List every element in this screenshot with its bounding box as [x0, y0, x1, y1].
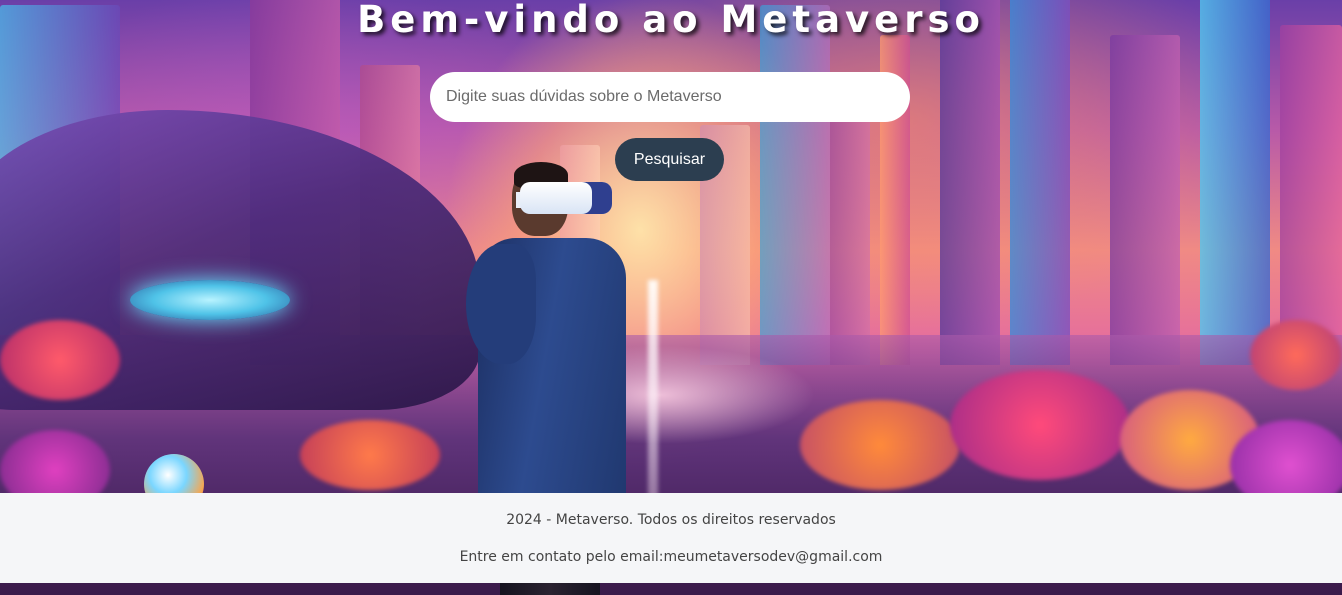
- city-tower: [830, 115, 870, 365]
- footer: 2024 - Metaverso. Todos os direitos rese…: [0, 493, 1342, 583]
- foliage: [1250, 320, 1342, 390]
- search-button[interactable]: Pesquisar: [615, 138, 724, 181]
- city-tower: [1010, 0, 1070, 365]
- search-input[interactable]: [430, 72, 910, 122]
- city-tower: [1200, 0, 1270, 365]
- foliage: [950, 370, 1130, 480]
- person-hood: [466, 244, 536, 364]
- glowing-portal: [130, 280, 290, 320]
- foliage: [800, 400, 960, 490]
- footer-contact: Entre em contato pelo email:meumetaverso…: [459, 549, 883, 565]
- page-title: Bem-vindo ao Metaverso: [357, 0, 985, 41]
- city-tower: [1280, 25, 1342, 365]
- footer-copyright: 2024 - Metaverso. Todos os direitos rese…: [506, 512, 836, 528]
- city-tower: [940, 0, 1000, 365]
- vr-headset-icon: [520, 182, 612, 214]
- city-tower: [1110, 35, 1180, 365]
- foliage: [0, 320, 120, 400]
- foliage: [300, 420, 440, 490]
- city-tower: [760, 5, 830, 365]
